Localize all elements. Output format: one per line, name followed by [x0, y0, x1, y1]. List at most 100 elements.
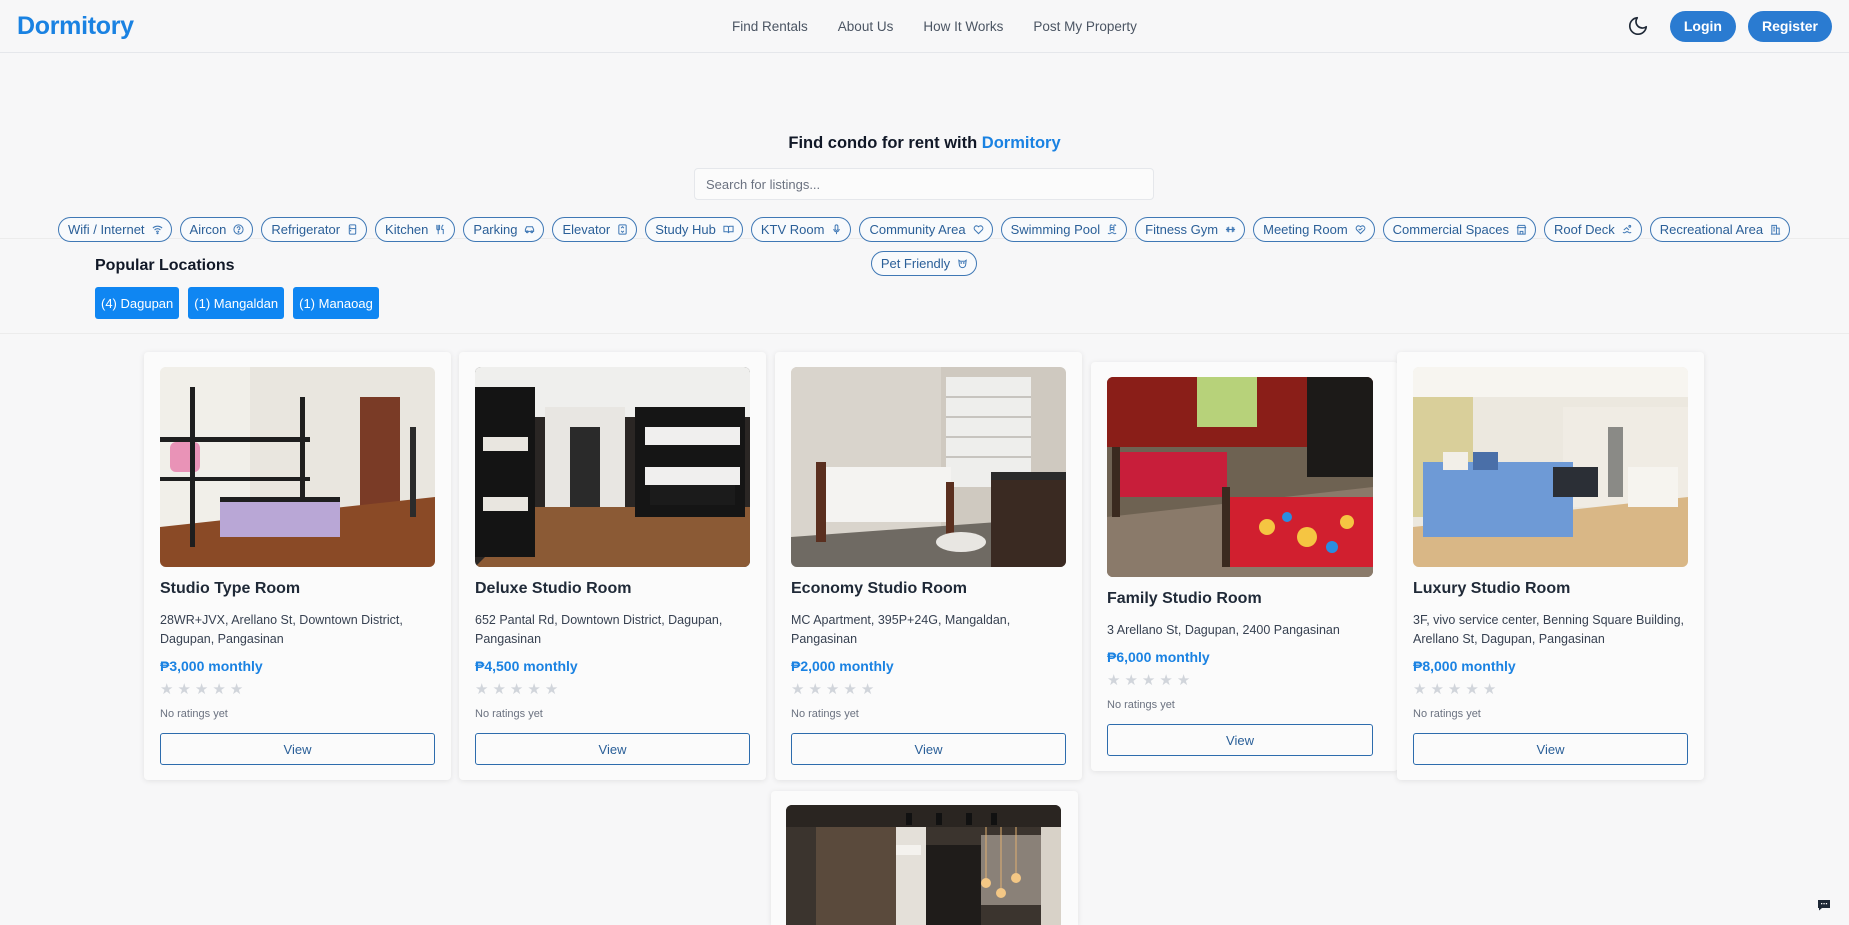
star-icon: ★ — [860, 681, 875, 698]
amenity-label: Elevator — [562, 222, 611, 237]
listing-photo[interactable] — [791, 367, 1066, 567]
star-icon: ★ — [229, 681, 244, 698]
view-button[interactable]: View — [1413, 733, 1688, 765]
amenity-label: Meeting Room — [1263, 222, 1348, 237]
listing-card[interactable]: Studio Type Room 28WR+JVX, Arellano St, … — [144, 352, 451, 780]
building-icon — [1770, 224, 1781, 235]
star-icon: ★ — [1447, 681, 1462, 698]
listing-price: ₱3,000 monthly — [160, 658, 263, 674]
listing-price: ₱8,000 monthly — [1413, 658, 1516, 674]
listing-photo[interactable] — [1413, 367, 1688, 567]
star-icon: ★ — [212, 681, 226, 698]
listing-address: 3 Arellano St, Dagupan, 2400 Pangasinan — [1107, 623, 1340, 637]
listing-card[interactable] — [771, 791, 1078, 925]
location-button-dagupan[interactable]: (4) Dagupan — [95, 287, 180, 319]
chat-icon[interactable] — [1817, 899, 1831, 911]
listing-photo[interactable] — [786, 805, 1061, 925]
search-heading-prefix: Find condo for rent with — [788, 134, 978, 152]
listing-title: Deluxe Studio Room — [475, 580, 632, 597]
amenity-label: Fitness Gym — [1145, 222, 1219, 237]
amenity-label: Roof Deck — [1554, 222, 1615, 237]
star-icon: ★ — [825, 681, 840, 698]
star-icon: ★ — [194, 681, 209, 698]
pool-ladder-icon — [1107, 224, 1117, 235]
elevator-icon — [618, 224, 627, 235]
star-icon: ★ — [177, 681, 191, 698]
view-button[interactable]: View — [791, 733, 1066, 765]
main-nav: Find Rentals About Us How It Works Post … — [732, 0, 1137, 52]
listing-photo[interactable] — [160, 367, 435, 567]
amenity-label: Refrigerator — [271, 222, 341, 237]
car-icon — [525, 226, 535, 234]
location-button-mangaldan[interactable]: (1) Mangaldan — [188, 287, 285, 319]
star-icon: ★ — [475, 681, 489, 698]
dumbbell-icon — [1226, 226, 1236, 233]
star-icon: ★ — [843, 681, 857, 698]
location-button-manaoag[interactable]: (1) Manaoag — [293, 287, 379, 319]
listing-address: 652 Pantal Rd, Downtown District, Dagupa… — [475, 613, 723, 646]
nav-find-rentals[interactable]: Find Rentals — [732, 19, 808, 34]
listing-card[interactable]: Family Studio Room 3 Arellano St, Dagupa… — [1091, 362, 1398, 771]
listing-address: 28WR+JVX, Arellano St, Downtown District… — [160, 613, 403, 646]
heart-handshake-icon — [1355, 225, 1366, 235]
star-icon: ★ — [1159, 672, 1173, 689]
listing-price: ₱4,500 monthly — [475, 658, 578, 674]
popular-location-list: (4) Dagupan (1) Mangaldan (1) Manaoag — [95, 287, 379, 319]
rating-stars: ★ ★ ★ ★ ★ — [475, 682, 558, 697]
login-button[interactable]: Login — [1669, 10, 1736, 42]
star-icon: ★ — [1107, 672, 1121, 689]
listing-card[interactable]: Deluxe Studio Room 652 Pantal Rd, Downto… — [459, 352, 766, 780]
listing-price: ₱6,000 monthly — [1107, 649, 1210, 665]
star-icon: ★ — [1124, 672, 1138, 689]
search-input[interactable] — [694, 168, 1154, 200]
rating-stars: ★ ★ ★ ★ ★ — [160, 682, 243, 697]
amenity-label: Kitchen — [385, 222, 429, 237]
amenity-label: Study Hub — [655, 222, 716, 237]
logo[interactable]: Dormitory — [17, 12, 134, 41]
amenity-label: Community Area — [869, 222, 966, 237]
listing-title: Luxury Studio Room — [1413, 580, 1571, 597]
view-button[interactable]: View — [475, 733, 750, 765]
star-icon: ★ — [527, 681, 541, 698]
rating-status: No ratings yet — [1107, 699, 1175, 711]
listing-address: MC Apartment, 395P+24G, Mangaldan, Panga… — [791, 613, 1011, 646]
search-heading-brand: Dormitory — [981, 134, 1061, 152]
amenity-label: KTV Room — [760, 222, 825, 237]
star-icon: ★ — [544, 681, 559, 698]
popular-locations-title: Popular Locations — [95, 257, 235, 274]
swimmer-icon — [1622, 224, 1632, 234]
view-button[interactable]: View — [160, 733, 435, 765]
wifi-icon — [152, 225, 163, 235]
rating-stars: ★ ★ ★ ★ ★ — [1107, 673, 1190, 688]
building-store-icon — [1516, 224, 1527, 235]
rating-status: No ratings yet — [791, 708, 859, 720]
refrigerator-icon — [348, 224, 357, 235]
view-button[interactable]: View — [1107, 724, 1373, 756]
star-icon: ★ — [160, 681, 174, 698]
listing-price: ₱2,000 monthly — [791, 658, 894, 674]
register-button[interactable]: Register — [1747, 10, 1832, 42]
search-section: Find condo for rent with Dormitory Wifi … — [0, 53, 1849, 276]
star-icon: ★ — [1413, 681, 1427, 698]
star-icon: ★ — [808, 681, 822, 698]
moon-icon[interactable] — [1624, 12, 1652, 40]
header-actions: Login Register — [1624, 0, 1832, 52]
nav-how-it-works[interactable]: How It Works — [923, 19, 1003, 34]
listing-photo[interactable] — [1107, 377, 1373, 577]
listing-photo[interactable] — [475, 367, 750, 567]
listing-address: 3F, vivo service center, Benning Square … — [1413, 613, 1684, 646]
listing-card[interactable]: Economy Studio Room MC Apartment, 395P+2… — [775, 352, 1082, 780]
listing-title: Studio Type Room — [160, 580, 301, 597]
microphone-icon — [833, 224, 841, 235]
nav-about-us[interactable]: About Us — [838, 19, 894, 34]
rating-status: No ratings yet — [475, 708, 543, 720]
nav-post-my-property[interactable]: Post My Property — [1033, 19, 1137, 34]
amenity-label: Wifi / Internet — [67, 222, 145, 237]
listing-card[interactable]: Luxury Studio Room 3F, vivo service cent… — [1397, 352, 1704, 780]
star-icon: ★ — [1465, 681, 1479, 698]
rating-status: No ratings yet — [1413, 708, 1481, 720]
search-heading: Find condo for rent with Dormitory — [0, 134, 1849, 153]
star-icon: ★ — [1141, 672, 1156, 689]
question-circle-icon — [233, 224, 244, 235]
rating-stars: ★ ★ ★ ★ ★ — [1413, 682, 1496, 697]
